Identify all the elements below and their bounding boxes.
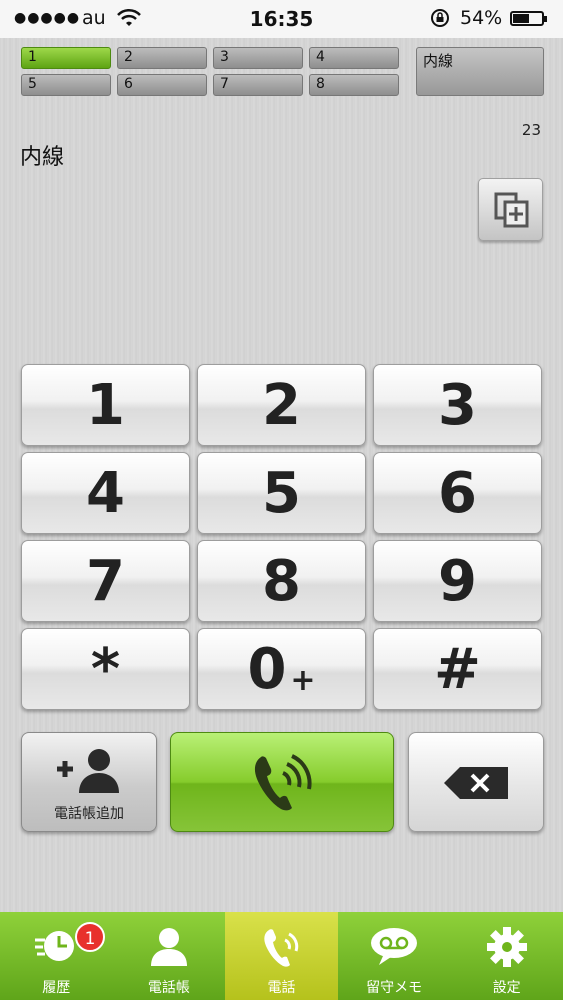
phone-call-icon	[254, 754, 312, 811]
call-button[interactable]	[170, 732, 394, 832]
line-button-1[interactable]: 1	[21, 47, 111, 69]
tab-bar: 1 履歴 電話帳 電話 留守メモ 設定	[0, 912, 563, 1000]
tab-voicemail-label: 留守メモ	[366, 980, 423, 996]
line-button-5[interactable]: 5	[21, 74, 111, 96]
key-0[interactable]: 0 +	[197, 628, 366, 710]
count-label: 23	[521, 121, 541, 139]
tab-voicemail[interactable]: 留守メモ	[338, 912, 451, 1000]
copy-add-button[interactable]	[478, 178, 543, 241]
tab-phone-label: 電話	[267, 980, 296, 996]
key-9[interactable]: 9	[373, 540, 542, 622]
voicemail-icon	[371, 928, 418, 965]
status-bar: ●●●●● au 16:35 54%	[0, 0, 563, 38]
line-button-8[interactable]: 8	[309, 74, 399, 96]
key-2[interactable]: 2	[197, 364, 366, 446]
tab-contacts[interactable]: 電話帳	[113, 912, 226, 1000]
history-icon	[35, 931, 75, 961]
tab-settings[interactable]: 設定	[450, 912, 563, 1000]
key-3[interactable]: 3	[373, 364, 542, 446]
extension-line-button[interactable]: 内線	[416, 47, 544, 96]
key-hash[interactable]: #	[373, 628, 542, 710]
tab-history[interactable]: 1 履歴	[0, 912, 113, 1000]
line-button-4[interactable]: 4	[309, 47, 399, 69]
add-contact-label: 電話帳追加	[54, 806, 124, 822]
line-name-label: 内線	[20, 145, 65, 170]
line-button-3[interactable]: 3	[213, 47, 303, 69]
battery-icon	[510, 11, 547, 26]
phone-icon	[264, 929, 299, 967]
key-8[interactable]: 8	[197, 540, 366, 622]
contacts-icon	[150, 928, 187, 966]
backspace-button[interactable]	[408, 732, 544, 832]
key-star[interactable]: *	[21, 628, 190, 710]
tab-history-label: 履歴	[42, 980, 71, 996]
orientation-lock-icon	[431, 9, 449, 27]
key-7[interactable]: 7	[21, 540, 190, 622]
line-button-7[interactable]: 7	[213, 74, 303, 96]
key-6[interactable]: 6	[373, 452, 542, 534]
tab-settings-label: 設定	[492, 980, 521, 996]
tab-contacts-label: 電話帳	[147, 980, 190, 996]
key-0-plus: +	[290, 662, 316, 698]
backspace-icon	[444, 767, 508, 799]
key-4[interactable]: 4	[21, 452, 190, 534]
line-button-2[interactable]: 2	[117, 47, 207, 69]
history-badge: 1	[75, 922, 105, 952]
key-5[interactable]: 5	[197, 452, 366, 534]
add-contact-button[interactable]: 電話帳追加	[21, 732, 157, 832]
tab-phone[interactable]: 電話	[225, 912, 338, 1000]
line-button-6[interactable]: 6	[117, 74, 207, 96]
gear-icon	[486, 927, 527, 967]
add-person-icon	[57, 749, 119, 793]
copy-add-icon	[494, 192, 529, 228]
battery-percent: 54%	[460, 7, 503, 29]
key-1[interactable]: 1	[21, 364, 190, 446]
